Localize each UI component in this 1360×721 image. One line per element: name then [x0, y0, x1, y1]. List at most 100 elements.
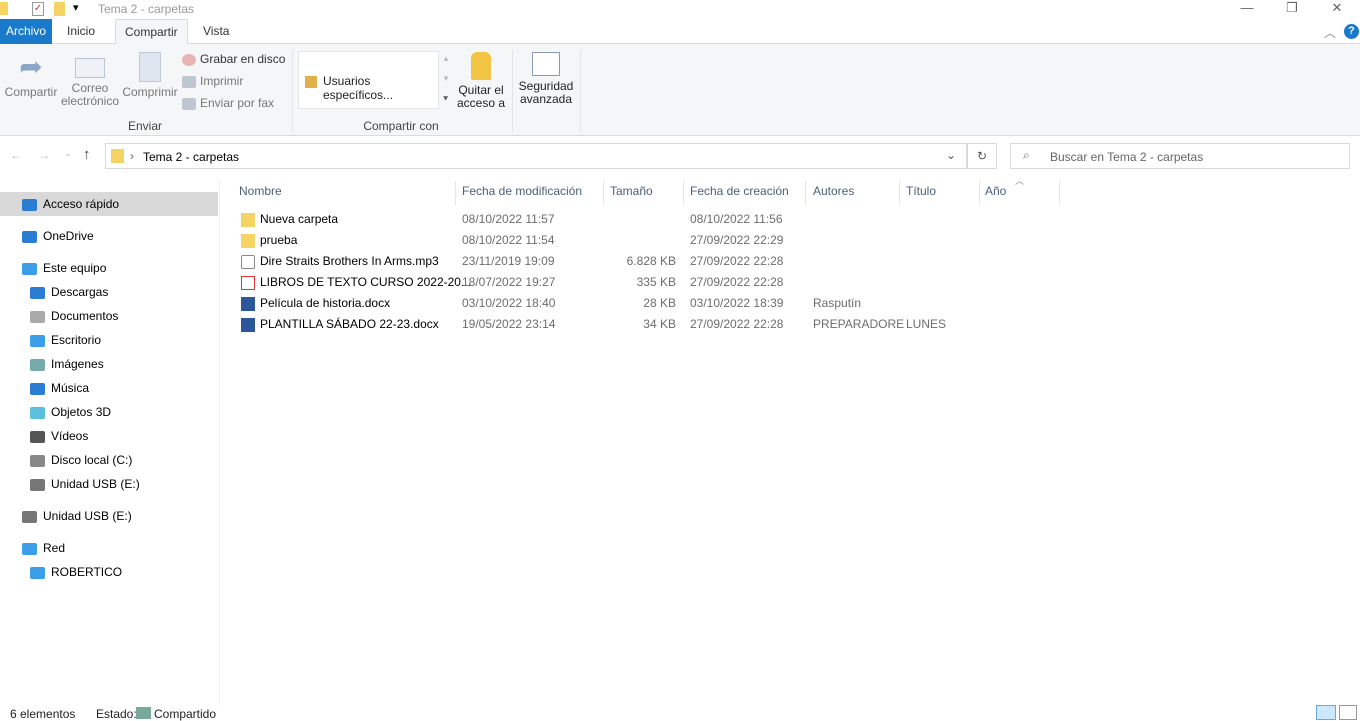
pane-divider[interactable] — [219, 180, 220, 705]
tab-archivo[interactable]: Archivo — [0, 19, 53, 44]
file-row[interactable]: PLANTILLA SÁBADO 22-23.docx 19/05/2022 2… — [238, 314, 1058, 335]
sidebar-item[interactable]: OneDrive — [0, 224, 218, 248]
sidebar-item[interactable]: Unidad USB (E:) — [0, 504, 218, 528]
address-bar[interactable]: › Tema 2 - carpetas ⌄ — [105, 143, 967, 169]
file-row[interactable]: LIBROS DE TEXTO CURSO 2022-20... 18/07/2… — [238, 272, 1058, 293]
item-count: 6 elementos — [10, 707, 76, 721]
state-value: Compartido — [154, 707, 217, 721]
sidebar-item[interactable]: Disco local (C:) — [0, 448, 218, 472]
back-button[interactable]: ← — [10, 148, 22, 162]
column-header[interactable]: Tamaño — [610, 184, 653, 198]
sidebar-item-label: Disco local (C:) — [51, 453, 133, 467]
column-resize-handle[interactable] — [899, 181, 900, 205]
gallery-more-icon[interactable]: ⯆ — [442, 94, 449, 105]
breadcrumb-current[interactable]: Tema 2 - carpetas — [143, 150, 239, 164]
help-icon[interactable]: ? — [1344, 24, 1359, 39]
sidebar-item[interactable]: Objetos 3D — [0, 400, 218, 424]
sidebar-item[interactable]: ROBERTICO — [0, 560, 218, 584]
lock-icon — [471, 52, 491, 80]
sidebar-item[interactable]: Vídeos — [0, 424, 218, 448]
specific-users-item[interactable]: Usuarios específicos... — [323, 74, 438, 102]
fax-button[interactable]: Enviar por fax — [182, 93, 274, 113]
collapse-ribbon-icon[interactable]: ︿ — [1324, 24, 1336, 41]
maximize-button[interactable]: ❐ — [1269, 0, 1315, 18]
sidebar-item[interactable]: Unidad USB (E:) — [0, 472, 218, 496]
forward-button[interactable]: → — [38, 148, 50, 162]
new-folder-icon[interactable] — [54, 2, 65, 16]
minimize-button[interactable]: — — [1224, 0, 1270, 18]
sidebar-item[interactable]: Documentos — [0, 304, 218, 328]
share-with-gallery[interactable]: Usuarios específicos... — [298, 51, 439, 109]
up-button[interactable]: ↑ — [83, 146, 91, 163]
refresh-button[interactable]: ↻ — [967, 143, 997, 169]
column-resize-handle[interactable] — [979, 181, 980, 205]
column-header[interactable]: Fecha de creación — [690, 184, 789, 198]
column-resize-handle[interactable] — [683, 181, 684, 205]
column-header[interactable]: Autores — [813, 184, 854, 198]
sidebar-item-label: Unidad USB (E:) — [51, 477, 140, 491]
drive-icon — [30, 454, 45, 467]
sidebar-item[interactable]: Este equipo — [0, 256, 218, 280]
address-dropdown-icon[interactable]: ⌄ — [946, 148, 956, 162]
column-header[interactable]: Nombre — [239, 184, 282, 198]
recent-locations-icon[interactable]: ⌄ — [64, 148, 72, 159]
printer-icon — [182, 75, 196, 88]
tab-compartir[interactable]: Compartir — [115, 19, 188, 45]
zip-button[interactable]: Comprimir — [121, 52, 179, 99]
column-resize-handle[interactable] — [455, 181, 456, 205]
gallery-down-icon[interactable]: ▼ — [442, 74, 450, 83]
close-button[interactable]: ✕ — [1314, 0, 1360, 18]
folder-icon — [241, 213, 255, 227]
tab-vista[interactable]: Vista — [197, 19, 235, 44]
security-label-2: avanzada — [519, 92, 573, 106]
share-label: Compartir — [4, 85, 58, 99]
created-date: 27/09/2022 22:28 — [690, 254, 784, 268]
modified-date: 08/10/2022 11:57 — [462, 212, 555, 226]
sidebar-item[interactable]: Imágenes — [0, 352, 218, 376]
column-resize-handle[interactable] — [805, 181, 806, 205]
column-header[interactable]: Año — [985, 184, 1006, 198]
sidebar-item[interactable]: Acceso rápido — [0, 192, 218, 216]
group-compartir-con-label: Compartir con — [363, 119, 439, 133]
video-icon — [30, 430, 45, 443]
window-title: Tema 2 - carpetas — [98, 2, 195, 16]
email-button[interactable]: Correo electrónico — [60, 52, 120, 108]
documents-icon — [30, 310, 45, 323]
print-button[interactable]: Imprimir — [182, 71, 243, 91]
file-row[interactable]: Dire Straits Brothers In Arms.mp3 23/11/… — [238, 251, 1058, 272]
advanced-security-button[interactable]: Seguridad avanzada — [515, 52, 577, 106]
file-row[interactable]: Película de historia.docx 03/10/2022 18:… — [238, 293, 1058, 314]
details-view-button[interactable] — [1316, 705, 1336, 720]
file-size: 335 KB — [636, 275, 676, 289]
sidebar-item[interactable]: Escritorio — [0, 328, 218, 352]
breadcrumb-chevron-icon: › — [130, 149, 134, 163]
computer-icon — [22, 262, 37, 275]
file-name: Nueva carpeta — [260, 212, 339, 226]
group-enviar-label: Enviar — [127, 119, 162, 133]
column-header[interactable]: Fecha de modificación — [462, 184, 582, 198]
column-resize-handle[interactable] — [603, 181, 604, 205]
search-box[interactable]: ⌕ Buscar en Tema 2 - carpetas — [1010, 143, 1350, 169]
email-icon — [75, 58, 105, 78]
burn-disc-button[interactable]: Grabar en disco — [182, 49, 285, 69]
column-header[interactable]: Título — [906, 184, 936, 198]
sidebar-item[interactable]: Red — [0, 536, 218, 560]
sidebar-item[interactable]: Descargas — [0, 280, 218, 304]
tab-inicio[interactable]: Inicio — [61, 19, 101, 44]
customize-toolbar-icon[interactable]: ▾ — [73, 1, 79, 14]
remove-access-button[interactable]: Quitar el acceso a — [455, 52, 507, 110]
folder-icon — [241, 234, 255, 248]
large-icons-view-button[interactable] — [1339, 705, 1357, 720]
gallery-up-icon[interactable]: ▲ — [442, 54, 450, 63]
share-button[interactable]: ➦ Compartir — [3, 52, 59, 99]
properties-icon[interactable]: ✓ — [32, 2, 44, 16]
security-list-icon — [532, 52, 560, 76]
file-row[interactable]: prueba 08/10/2022 11:54 27/09/2022 22:29 — [238, 230, 1058, 251]
search-input[interactable]: Buscar en Tema 2 - carpetas — [1050, 150, 1203, 164]
modified-date: 08/10/2022 11:54 — [462, 233, 555, 247]
file-row[interactable]: Nueva carpeta 08/10/2022 11:57 08/10/202… — [238, 209, 1058, 230]
sidebar-item-label: OneDrive — [43, 229, 94, 243]
column-resize-handle[interactable] — [1059, 181, 1060, 205]
sidebar-item-label: ROBERTICO — [51, 565, 123, 579]
sidebar-item[interactable]: Música — [0, 376, 218, 400]
